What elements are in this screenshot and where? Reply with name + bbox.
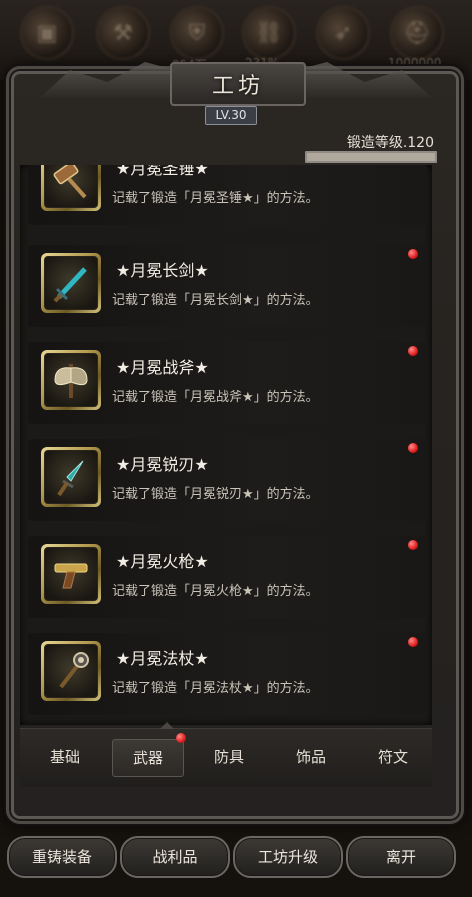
notification-dot bbox=[408, 443, 418, 453]
helmet-icon[interactable]: ⛑ bbox=[392, 8, 442, 58]
item-frame bbox=[41, 641, 101, 701]
fish-icon[interactable]: ➶ bbox=[318, 8, 368, 58]
list-item[interactable]: ★月冕长剑★ 记载了锻造「月冕长剑★」的方法。 bbox=[28, 245, 426, 327]
tab-runes[interactable]: 符文 bbox=[358, 739, 428, 775]
page-title: 工坊 bbox=[211, 74, 264, 99]
notification-dot bbox=[408, 637, 418, 647]
tab-indicator bbox=[160, 722, 174, 729]
tab-armor[interactable]: 防具 bbox=[194, 739, 264, 775]
recast-equipment-button[interactable]: 重铸装备 bbox=[7, 836, 117, 878]
sword-icon bbox=[44, 256, 98, 310]
loot-button[interactable]: 战利品 bbox=[120, 836, 230, 878]
recipe-name: ★月冕长剑★ bbox=[116, 261, 209, 280]
recipe-list[interactable]: ★月冕圣锤★ 记载了锻造「月冕圣锤★」的方法。 ★月冕长剑★ 记载了锻造「月冕长… bbox=[20, 165, 432, 725]
chain-icon[interactable]: ⛓ bbox=[244, 8, 294, 58]
item-frame bbox=[41, 165, 101, 211]
axe-icon bbox=[44, 353, 98, 407]
item-frame bbox=[41, 447, 101, 507]
notification-dot bbox=[176, 733, 186, 743]
list-item[interactable]: ★月冕战斧★ 记载了锻造「月冕战斧★」的方法。 bbox=[28, 342, 426, 424]
item-frame bbox=[41, 350, 101, 410]
workshop-upgrade-button[interactable]: 工坊升级 bbox=[233, 836, 343, 878]
recipe-description: 记载了锻造「月冕圣锤★」的方法。 bbox=[112, 191, 319, 206]
recipe-name: ★月冕锐刃★ bbox=[116, 455, 209, 474]
portal-icon[interactable]: ▣ bbox=[22, 8, 72, 58]
list-item[interactable]: ★月冕圣锤★ 记载了锻造「月冕圣锤★」的方法。 bbox=[28, 165, 426, 225]
hammer-icon bbox=[44, 165, 98, 208]
forge-progress-fill bbox=[307, 153, 435, 161]
category-tabs: 基础 武器 防具 饰品 符文 bbox=[20, 722, 432, 787]
level-badge: LV.30 bbox=[205, 106, 257, 125]
list-item[interactable]: ★月冕锐刃★ 记载了锻造「月冕锐刃★」的方法。 bbox=[28, 439, 426, 521]
recipe-name: ★月冕圣锤★ bbox=[116, 165, 209, 178]
recipe-name: ★月冕战斧★ bbox=[116, 358, 209, 377]
shield-icon[interactable]: ⛨ bbox=[172, 8, 222, 58]
recipe-name: ★月冕法杖★ bbox=[116, 649, 209, 668]
list-item[interactable]: ★月冕法杖★ 记载了锻造「月冕法杖★」的方法。 bbox=[28, 633, 426, 715]
forge-progress-bar bbox=[305, 151, 437, 163]
recipe-description: 记载了锻造「月冕法杖★」的方法。 bbox=[112, 681, 319, 696]
notification-dot bbox=[408, 249, 418, 259]
list-item[interactable]: ★月冕火枪★ 记载了锻造「月冕火枪★」的方法。 bbox=[28, 536, 426, 618]
staff-icon bbox=[44, 644, 98, 698]
hammer-icon[interactable]: ⚒ bbox=[98, 8, 148, 58]
tab-weapons[interactable]: 武器 bbox=[112, 739, 184, 777]
forge-level-label: 锻造等级.120 bbox=[346, 135, 434, 151]
recipe-description: 记载了锻造「月冕战斧★」的方法。 bbox=[112, 390, 319, 405]
recipe-description: 记载了锻造「月冕火枪★」的方法。 bbox=[112, 584, 319, 599]
item-frame bbox=[41, 253, 101, 313]
dagger-icon bbox=[44, 450, 98, 504]
item-frame bbox=[41, 544, 101, 604]
recipe-description: 记载了锻造「月冕锐刃★」的方法。 bbox=[112, 487, 319, 502]
recipe-name: ★月冕火枪★ bbox=[116, 552, 209, 571]
notification-dot bbox=[408, 540, 418, 550]
pistol-icon bbox=[44, 547, 98, 601]
title-plate: 工坊 bbox=[170, 62, 306, 106]
notification-dot bbox=[408, 346, 418, 356]
leave-button[interactable]: 离开 bbox=[346, 836, 456, 878]
recipe-description: 记载了锻造「月冕长剑★」的方法。 bbox=[112, 293, 319, 308]
tab-basic[interactable]: 基础 bbox=[30, 739, 100, 775]
tab-accessories[interactable]: 饰品 bbox=[276, 739, 346, 775]
